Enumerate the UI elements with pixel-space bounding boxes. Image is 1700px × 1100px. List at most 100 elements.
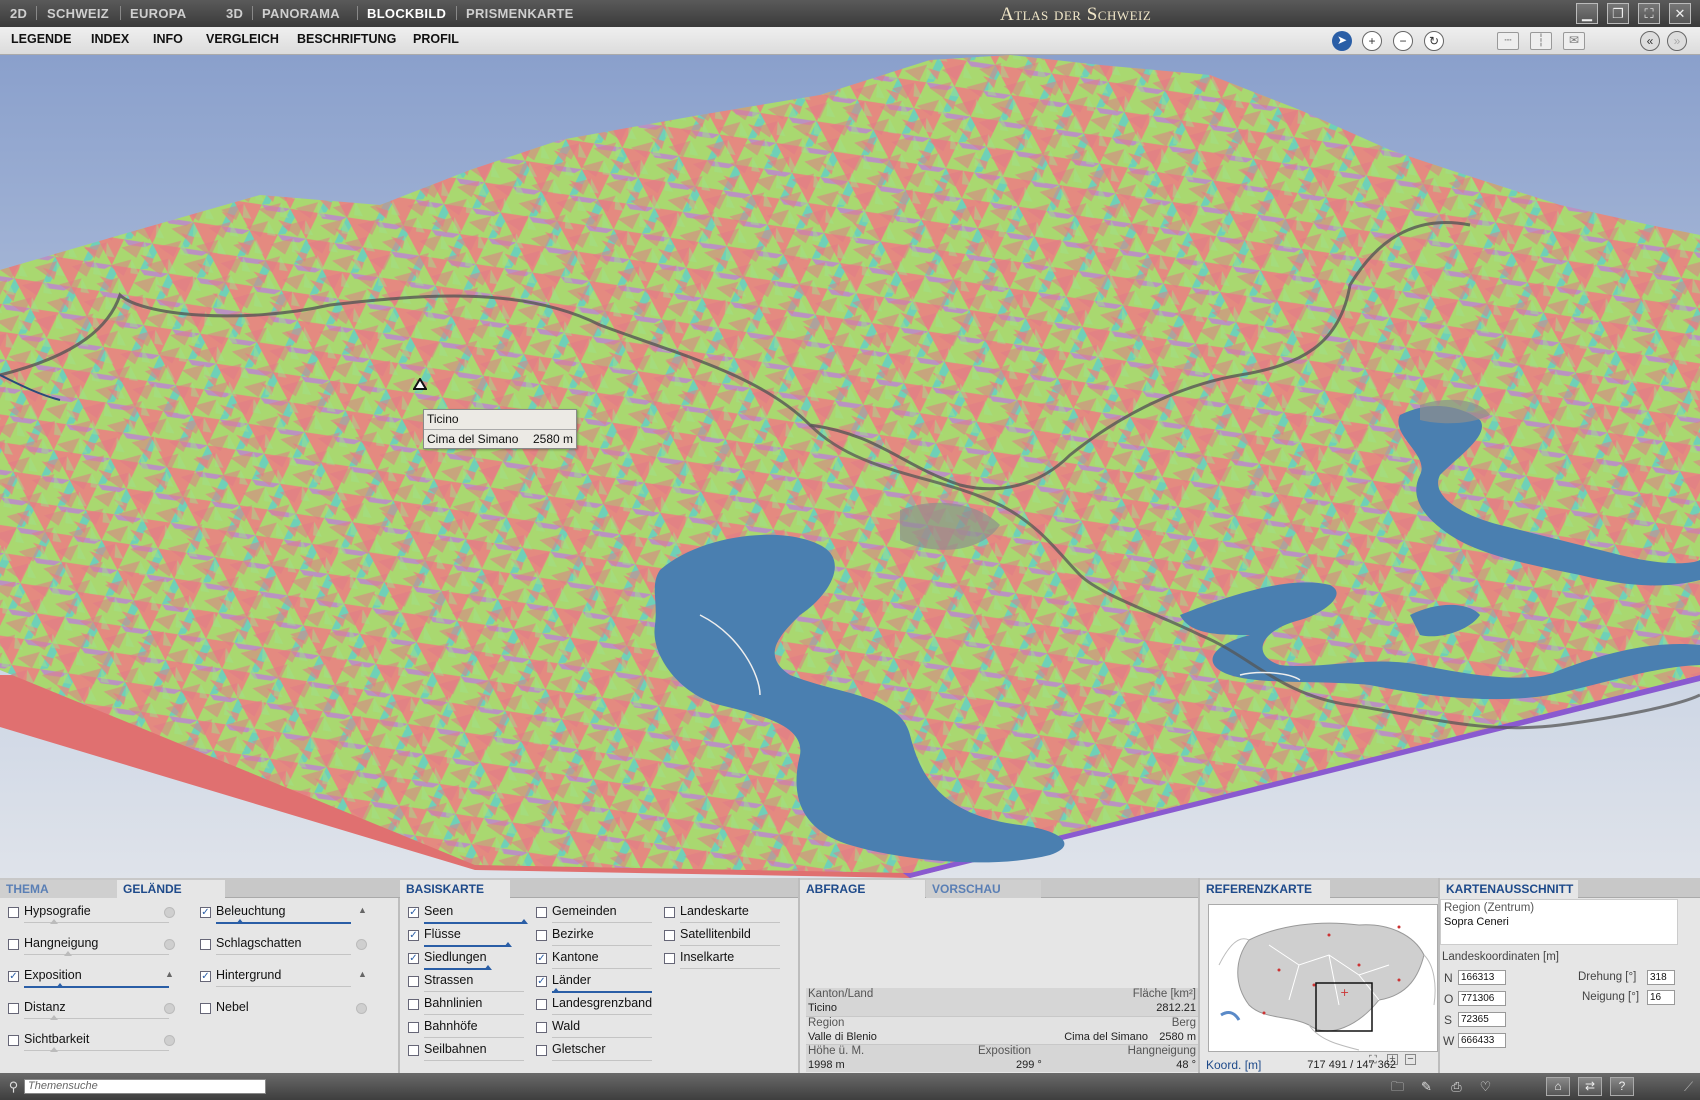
slider-track[interactable] <box>424 991 524 992</box>
tab-gelaende[interactable]: GELÄNDE <box>117 880 225 898</box>
slider-track[interactable] <box>552 1014 652 1015</box>
tab-panorama[interactable]: PANORAMA <box>262 6 340 21</box>
slider-track[interactable] <box>424 968 488 970</box>
checkbox[interactable]: ✓ <box>408 907 419 918</box>
option-distanz[interactable]: Distanz <box>8 998 178 1020</box>
tab-europa[interactable]: EUROPA <box>130 6 186 21</box>
option-nebel[interactable]: Nebel <box>200 998 370 1020</box>
slider-track[interactable] <box>680 968 780 969</box>
slider-handle[interactable] <box>56 983 64 988</box>
checkbox[interactable]: ✓ <box>536 953 547 964</box>
no-split-icon[interactable]: ✉ <box>1563 32 1585 50</box>
slider-handle[interactable] <box>50 919 58 924</box>
peak-marker-icon[interactable] <box>413 378 427 390</box>
option-hangneigung[interactable]: Hangneigung <box>8 934 178 956</box>
expand-right-icon[interactable]: » <box>1667 31 1687 51</box>
slider-track[interactable] <box>24 986 169 988</box>
folder-icon[interactable]: 🗀 <box>1389 1078 1406 1095</box>
checkbox[interactable] <box>664 953 675 964</box>
checkbox[interactable]: ✓ <box>408 930 419 941</box>
slider-track[interactable] <box>680 945 780 946</box>
checkbox[interactable] <box>408 1045 419 1056</box>
layer-bahnhoefe[interactable]: Bahnhöfe <box>408 1017 528 1039</box>
option-sichtbarkeit[interactable]: Sichtbarkeit <box>8 1030 178 1052</box>
checkbox[interactable] <box>200 939 211 950</box>
checkbox[interactable] <box>536 999 547 1010</box>
o-input[interactable]: 771306 <box>1458 991 1506 1006</box>
layer-inselkarte[interactable]: Inselkarte <box>664 948 784 970</box>
slider-track[interactable] <box>552 922 652 923</box>
layer-wald[interactable]: Wald <box>536 1017 656 1039</box>
tab-vorschau[interactable]: VORSCHAU <box>926 880 1041 898</box>
slider-track[interactable] <box>552 945 652 946</box>
s-input[interactable]: 72365 <box>1458 1012 1506 1027</box>
close-icon[interactable]: ✕ <box>1669 3 1691 24</box>
slider-track[interactable] <box>552 1060 652 1061</box>
option-hypsografie[interactable]: Hypsografie <box>8 902 178 924</box>
tab-prismenkarte[interactable]: PRISMENKARTE <box>466 6 574 21</box>
slider-track[interactable] <box>24 1018 169 1019</box>
layer-satellitenbild[interactable]: Satellitenbild <box>664 925 784 947</box>
checkbox[interactable] <box>408 999 419 1010</box>
options-icon[interactable] <box>164 1003 175 1014</box>
options-icon[interactable] <box>164 907 175 918</box>
layer-bezirke[interactable]: Bezirke <box>536 925 656 947</box>
slider-handle[interactable] <box>50 1047 58 1052</box>
drehung-input[interactable]: 318 <box>1647 970 1675 985</box>
slider-track[interactable] <box>424 945 508 947</box>
checkbox[interactable] <box>408 976 419 987</box>
collapse-icon[interactable]: ▲ <box>165 969 174 979</box>
option-hintergrund[interactable]: ✓ Hintergrund ▲ <box>200 966 370 988</box>
pointer-tool-icon[interactable]: ➤ <box>1332 31 1352 51</box>
tab-2d[interactable]: 2D <box>10 6 27 21</box>
home-icon[interactable]: ⌂ <box>1546 1077 1570 1096</box>
layer-gemeinden[interactable]: Gemeinden <box>536 902 656 924</box>
slider-track[interactable] <box>216 986 351 987</box>
layer-strassen[interactable]: Strassen <box>408 971 528 993</box>
slider-track[interactable] <box>680 922 780 923</box>
slider-handle[interactable] <box>50 1015 58 1020</box>
slider-handle[interactable] <box>552 988 560 993</box>
n-input[interactable]: 166313 <box>1458 970 1506 985</box>
layer-landesgrenzband[interactable]: Landesgrenzband <box>536 994 656 1016</box>
checkbox[interactable] <box>8 1003 19 1014</box>
option-exposition[interactable]: ✓ Exposition ▲ <box>8 966 178 988</box>
resize-grip-icon[interactable]: ⟋ <box>1680 1078 1697 1095</box>
checkbox[interactable] <box>8 939 19 950</box>
menu-index[interactable]: INDEX <box>91 32 129 46</box>
layer-gletscher[interactable]: Gletscher <box>536 1040 656 1062</box>
w-input[interactable]: 666433 <box>1458 1033 1506 1048</box>
slider-handle[interactable] <box>504 942 512 947</box>
checkbox[interactable] <box>536 930 547 941</box>
slider-handle[interactable] <box>520 919 528 924</box>
zoom-in-icon[interactable]: + <box>1362 31 1382 51</box>
layer-seen[interactable]: ✓ Seen <box>408 902 528 924</box>
checkbox[interactable]: ✓ <box>200 907 211 918</box>
collapse-icon[interactable]: ▲ <box>358 969 367 979</box>
link-icon[interactable]: ⇄ <box>1578 1077 1602 1096</box>
reference-map[interactable]: + <box>1208 904 1438 1052</box>
layer-laender[interactable]: ✓ Länder <box>536 971 656 993</box>
checkbox[interactable] <box>408 1022 419 1033</box>
menu-info[interactable]: INFO <box>153 32 183 46</box>
slider-track[interactable] <box>216 954 351 955</box>
checkbox[interactable] <box>664 907 675 918</box>
options-icon[interactable] <box>356 939 367 950</box>
layer-fluesse[interactable]: ✓ Flüsse <box>408 925 528 947</box>
ref-zoom-out-icon[interactable]: − <box>1405 1054 1416 1065</box>
checkbox[interactable] <box>200 1003 211 1014</box>
zoom-out-icon[interactable]: − <box>1393 31 1413 51</box>
layer-kantone[interactable]: ✓ Kantone <box>536 948 656 970</box>
slider-handle[interactable] <box>64 951 72 956</box>
neigung-input[interactable]: 16 <box>1647 990 1675 1005</box>
slider-track[interactable] <box>552 1037 652 1038</box>
slider-track[interactable] <box>424 1037 524 1038</box>
search-input[interactable]: Themensuche <box>24 1079 266 1094</box>
option-beleuchtung[interactable]: ✓ Beleuchtung ▲ <box>200 902 370 924</box>
checkbox[interactable]: ✓ <box>536 976 547 987</box>
checkbox[interactable] <box>8 1035 19 1046</box>
tab-3d[interactable]: 3D <box>226 6 243 21</box>
layer-seilbahnen[interactable]: Seilbahnen <box>408 1040 528 1062</box>
rotate-icon[interactable]: ↻ <box>1424 31 1444 51</box>
comment-icon[interactable]: ✎ <box>1418 1078 1435 1095</box>
